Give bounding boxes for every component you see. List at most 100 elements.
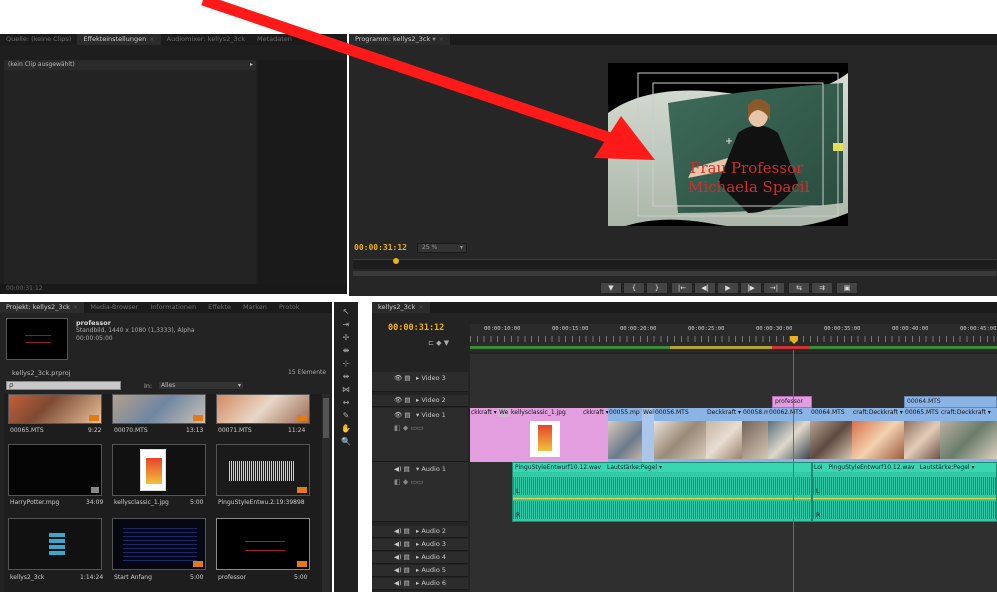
thumb-00065[interactable] bbox=[8, 394, 102, 424]
tab-markers[interactable]: Marken bbox=[237, 302, 273, 313]
track-header-audio6[interactable]: ◀) ▤ ▸ Audio 6 bbox=[372, 578, 468, 590]
clip-v1[interactable]: craft:Deckkraft ▾ bbox=[940, 408, 997, 462]
thumb-00070[interactable] bbox=[112, 394, 206, 424]
eye-icon[interactable]: 👁 ▤ bbox=[394, 374, 410, 382]
play-arrow-icon[interactable]: ▸ bbox=[250, 61, 253, 68]
program-timecode[interactable]: 00:00:31:12 bbox=[354, 243, 407, 252]
mark-in-button[interactable]: { bbox=[623, 282, 645, 294]
tab-program[interactable]: Programm: kellys2_3ck ▾ × bbox=[349, 34, 451, 45]
tab-source[interactable]: Quelle: (keine Clips) bbox=[0, 34, 77, 45]
tab-metadata[interactable]: Metadaten bbox=[251, 34, 298, 45]
work-area-bar[interactable] bbox=[470, 346, 997, 349]
clip-00056[interactable]: 00056.MTS bbox=[654, 408, 706, 462]
tab-project[interactable]: Projekt: kellys2_3ck × bbox=[0, 302, 85, 313]
playhead-marker-icon[interactable] bbox=[790, 336, 798, 344]
volume-line[interactable] bbox=[513, 498, 811, 499]
clip-v1[interactable]: craft:Deckkraft ▾ bbox=[852, 408, 904, 462]
rate-stretch-tool-icon[interactable]: ⊹ bbox=[339, 358, 353, 369]
razor-tool-icon[interactable]: ⇹ bbox=[339, 371, 353, 382]
slip-tool-icon[interactable]: ⋈ bbox=[339, 384, 353, 395]
lift-button[interactable]: ⇆ bbox=[788, 282, 810, 294]
speaker-icon[interactable]: ◀) ▤ bbox=[394, 566, 410, 574]
clip-v1[interactable]: We bbox=[498, 408, 510, 462]
menu-dropdown-icon[interactable]: ▾ bbox=[432, 35, 435, 43]
clip-00064[interactable]: 00064.MTS bbox=[810, 408, 852, 462]
step-back-button[interactable]: ◀| bbox=[694, 282, 716, 294]
program-scrubber[interactable] bbox=[353, 258, 996, 269]
clip-v1[interactable]: Deckkraft ▾ bbox=[706, 408, 742, 462]
close-icon[interactable]: × bbox=[439, 35, 444, 43]
thumb-pingu[interactable] bbox=[216, 444, 310, 496]
ripple-edit-tool-icon[interactable]: ✢ bbox=[339, 332, 353, 343]
close-icon[interactable]: × bbox=[418, 303, 423, 311]
thumb-00071[interactable] bbox=[216, 394, 310, 424]
go-to-out-button[interactable]: →| bbox=[763, 282, 785, 294]
search-input[interactable]: ρ bbox=[6, 381, 121, 390]
clip-00065[interactable]: 00065.MTS bbox=[904, 408, 940, 462]
extract-button[interactable]: ⇉ bbox=[811, 282, 833, 294]
track-header-audio4[interactable]: ◀) ▤ ▸ Audio 4 bbox=[372, 552, 468, 564]
close-icon[interactable]: × bbox=[73, 303, 78, 311]
video-frame[interactable]: Frau Professor Michaela Spacil bbox=[608, 63, 848, 226]
clip-v1[interactable]: Wel bbox=[642, 408, 654, 462]
clip-kellysclassic[interactable]: kellysclassic_1.jpg bbox=[510, 408, 582, 462]
rolling-edit-tool-icon[interactable]: ⇼ bbox=[339, 345, 353, 356]
track-header-video2[interactable]: 👁 ▤ ▸ Video 2 bbox=[372, 395, 468, 407]
tab-sequence[interactable]: kellys2_3ck × bbox=[372, 302, 430, 313]
tab-audio-mixer[interactable]: Audiomixer: kellys2_3ck bbox=[161, 34, 251, 45]
time-ruler[interactable]: 00:00:10:00 00:00:15:00 00:00:20:00 00:0… bbox=[470, 324, 997, 352]
mark-out-button[interactable]: } bbox=[646, 282, 668, 294]
track-header-audio5[interactable]: ◀) ▤ ▸ Audio 5 bbox=[372, 565, 468, 577]
tab-media-browser[interactable]: Media-Browser bbox=[84, 302, 144, 313]
close-icon[interactable]: × bbox=[149, 35, 154, 43]
track-header-audio2[interactable]: ◀) ▤ ▸ Audio 2 bbox=[372, 526, 468, 538]
clip-00062[interactable]: 00062.MTS bbox=[768, 408, 810, 462]
speaker-icon[interactable]: ◀) ▤ bbox=[394, 540, 410, 548]
audio-clip-1[interactable]: PinguStyleEntwurf10.12.wav Lautstärke:Pe… bbox=[512, 462, 812, 522]
keyframe-nav-icon[interactable]: ◧ ◆ ▭▭ bbox=[394, 424, 424, 432]
track-select-tool-icon[interactable]: ⇥ bbox=[339, 319, 353, 330]
speaker-icon[interactable]: ◀) ▤ bbox=[394, 527, 410, 535]
speaker-icon[interactable]: ◀) ▤ bbox=[394, 553, 410, 561]
track-header-video3[interactable]: 👁 ▤ ▸ Video 3 bbox=[372, 372, 468, 392]
project-scrollbar[interactable] bbox=[322, 394, 330, 592]
zoom-tool-icon[interactable]: 🔍 bbox=[339, 436, 353, 447]
tab-effects[interactable]: Effekte bbox=[202, 302, 237, 313]
clip-00058[interactable]: 00058.mp bbox=[742, 408, 768, 462]
selection-tool-icon[interactable]: ↖ bbox=[339, 306, 353, 317]
thumb-kellysclassic[interactable] bbox=[112, 444, 206, 496]
clip-professor[interactable]: professor bbox=[772, 396, 812, 408]
volume-line[interactable] bbox=[813, 498, 996, 499]
thumb-harrypotter[interactable] bbox=[8, 444, 102, 496]
hand-tool-icon[interactable]: ✋ bbox=[339, 423, 353, 434]
thumb-sequence[interactable] bbox=[8, 518, 102, 570]
track-header-video1[interactable]: 👁 ▤ ▾ Video 1 ◧ ◆ ▭▭ bbox=[372, 408, 468, 462]
tab-history[interactable]: Protok bbox=[273, 302, 306, 313]
clip-v1[interactable]: ckkraft ▾ bbox=[470, 408, 498, 462]
playhead-icon[interactable] bbox=[393, 258, 399, 264]
playhead-line[interactable] bbox=[793, 350, 794, 592]
eye-icon[interactable]: 👁 ▤ bbox=[394, 396, 410, 404]
play-button[interactable]: ▶ bbox=[717, 282, 739, 294]
track-header-audio1[interactable]: ◀) ▤ ▾ Audio 1 ◧ ◆ ▭▭ bbox=[372, 462, 468, 522]
audio-clip-2[interactable]: Loi PinguStyleEntwurf10.12.wav Lautstärk… bbox=[812, 462, 997, 522]
clip-v1[interactable]: ckkraft ▾ bbox=[582, 408, 608, 462]
pen-tool-icon[interactable]: ✎ bbox=[339, 410, 353, 421]
keyframe-nav-icon[interactable]: ◧ ◆ ▭▭ bbox=[394, 478, 424, 486]
eye-icon[interactable]: 👁 ▤ bbox=[394, 411, 410, 419]
clip-00064-v2[interactable]: 00064.MTS bbox=[904, 396, 997, 408]
in-filter-select[interactable]: Alles ▾ bbox=[158, 381, 244, 390]
zoom-select[interactable]: 25 % ▾ bbox=[417, 243, 467, 253]
track-header-audio3[interactable]: ◀) ▤ ▸ Audio 3 bbox=[372, 539, 468, 551]
tab-effect-controls[interactable]: Effekteinstellungen × bbox=[77, 34, 161, 45]
thumb-professor[interactable] bbox=[216, 518, 310, 570]
export-frame-button[interactable]: ▣ bbox=[836, 282, 858, 294]
clip-00055[interactable]: 00055.mp bbox=[608, 408, 642, 462]
speaker-icon[interactable]: ◀) ▤ bbox=[394, 465, 410, 473]
step-forward-button[interactable]: |▶ bbox=[740, 282, 762, 294]
speaker-icon[interactable]: ◀) ▤ bbox=[394, 579, 410, 587]
go-to-in-button[interactable]: |← bbox=[671, 282, 693, 294]
tab-info[interactable]: Informationen bbox=[144, 302, 202, 313]
timeline-timecode[interactable]: 00:00:31:12 bbox=[388, 323, 444, 333]
slide-tool-icon[interactable]: ↔ bbox=[339, 397, 353, 408]
